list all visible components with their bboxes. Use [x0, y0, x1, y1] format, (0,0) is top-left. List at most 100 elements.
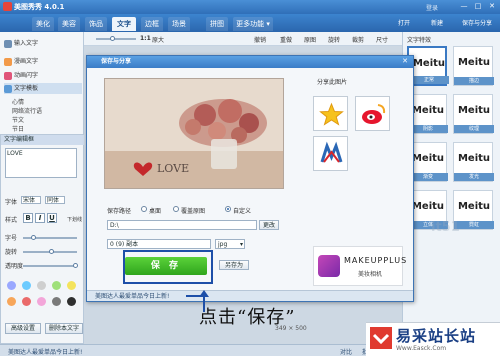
font-label: 字体: [5, 199, 18, 206]
effect-tile-label: Meitu: [411, 201, 445, 212]
color-swatch[interactable]: [52, 297, 61, 306]
format-select[interactable]: jpg ▾: [215, 239, 245, 249]
zoom-slider[interactable]: [96, 38, 136, 40]
color-swatch[interactable]: [67, 297, 76, 306]
zoom-1to1-button[interactable]: 1:1: [140, 35, 151, 42]
size-label: 字号: [5, 235, 18, 242]
original-button[interactable]: 原图: [304, 35, 316, 44]
color-swatch[interactable]: [67, 281, 76, 290]
tab-beautify[interactable]: 美化: [32, 17, 54, 31]
underline-button[interactable]: U: [47, 213, 57, 223]
weibo-icon: [362, 104, 386, 124]
undo-button[interactable]: 撤销: [254, 35, 266, 44]
delete-text-button[interactable]: 删除本文字: [45, 323, 83, 334]
resize-button[interactable]: 尺寸: [376, 35, 388, 44]
color-swatch[interactable]: [37, 281, 46, 290]
font-select[interactable]: 宋体: [21, 196, 41, 204]
flower-photo-illustration: [105, 79, 283, 188]
save-share-button[interactable]: 保存与分享: [462, 18, 492, 27]
makeupplus-ad[interactable]: MAKEUPPLUS 美妆相机: [313, 246, 406, 286]
font-select-secondary[interactable]: 同体: [45, 196, 65, 204]
save-button[interactable]: 保 存: [125, 257, 207, 275]
effect-tile[interactable]: Meitu 纹理: [453, 94, 494, 134]
watermark-text: 易采站长站: [396, 327, 477, 345]
makeupplus-sub: 美妆相机: [358, 271, 383, 278]
tab-text[interactable]: 文字: [112, 17, 136, 31]
effect-tile-label: Meitu: [457, 201, 491, 212]
share-qzone-button[interactable]: [313, 96, 348, 131]
compare-button[interactable]: 对比: [340, 347, 352, 356]
tab-frame[interactable]: 边框: [141, 17, 163, 31]
color-swatch[interactable]: [7, 297, 16, 306]
rotate-slider-knob[interactable]: [49, 249, 54, 254]
original-size-button[interactable]: 原大: [152, 35, 164, 44]
template-writing[interactable]: 节文: [12, 115, 24, 124]
bold-button[interactable]: B: [23, 213, 33, 223]
maximize-button[interactable]: □: [472, 2, 484, 11]
color-swatch[interactable]: [37, 297, 46, 306]
comic-icon: [4, 57, 12, 66]
radio-custom[interactable]: [225, 206, 231, 212]
effect-tile[interactable]: Meitu 描边: [453, 46, 494, 86]
effect-tile-label: Meitu: [411, 105, 445, 116]
login-link[interactable]: 登录: [426, 3, 438, 12]
tab-accessory[interactable]: 饰品: [85, 17, 107, 31]
sidebar-item-input-text[interactable]: 输入文字: [4, 38, 38, 49]
effect-tile-label: Meitu: [457, 105, 491, 116]
crop-button[interactable]: 裁剪: [352, 35, 364, 44]
radio-overwrite[interactable]: [173, 206, 179, 212]
menu-bar: 美化 美容 饰品 文字 边框 场景 拼图 更多功能 ▾ 打开 新建 保存与分享: [0, 14, 500, 32]
color-swatch[interactable]: [7, 281, 16, 290]
opacity-slider-knob[interactable]: [73, 263, 78, 268]
radio-desktop-label: 桌面: [149, 208, 162, 215]
chevron-down-icon: ▾: [239, 241, 243, 248]
new-button[interactable]: 新建: [431, 18, 443, 27]
text-edit-box: 文字编辑框 LOVE 字体 宋体 同体 样式 B I U 下划线 字号 旋转 透…: [0, 134, 85, 344]
tab-more[interactable]: 更多功能 ▾: [233, 17, 273, 31]
template-mood[interactable]: 心情: [12, 97, 24, 106]
size-slider-knob[interactable]: [31, 235, 36, 240]
effect-tile[interactable]: Meitu 发光: [453, 142, 494, 182]
rotate-button[interactable]: 旋转: [328, 35, 340, 44]
filename-input[interactable]: 0 (9) 副本: [107, 239, 211, 249]
italic-button[interactable]: I: [35, 213, 45, 223]
advanced-settings-button[interactable]: 高级设置: [5, 323, 41, 334]
effect-tile-caption: 发光: [454, 173, 494, 181]
sidebar-item-text-template[interactable]: 文字模板: [4, 83, 82, 94]
template-holiday[interactable]: 节日: [12, 124, 24, 133]
photo-love-text: LOVE: [157, 162, 190, 175]
tab-face[interactable]: 美容: [58, 17, 80, 31]
sidebar-item-comic-text[interactable]: 漫画文字: [4, 56, 38, 67]
sidebar-item-animated-text[interactable]: 动画闪字: [4, 70, 38, 81]
open-button[interactable]: 打开: [398, 18, 410, 27]
save-as-button[interactable]: 另存为: [219, 260, 249, 270]
minimize-button[interactable]: —: [458, 2, 470, 11]
radio-desktop[interactable]: [141, 206, 147, 212]
watermark-url: Www.Easck.Com: [396, 345, 447, 352]
app-title: 美图秀秀 4.0.1: [14, 3, 65, 11]
redo-button[interactable]: 重做: [280, 35, 292, 44]
tab-collage[interactable]: 拼图: [206, 17, 228, 31]
tab-scene[interactable]: 场景: [168, 17, 190, 31]
right-panel: 文字特效 Meitu 正常 Meitu 描边 Meitu 阴影 Meitu 纹理 Meitu 渐变…: [402, 32, 500, 344]
color-swatch[interactable]: [22, 297, 31, 306]
zoom-slider-knob[interactable]: [110, 36, 115, 41]
color-swatch[interactable]: [52, 281, 61, 290]
share-renren-button[interactable]: [313, 136, 348, 171]
status-ad-text[interactable]: 美图达人最爱单品今日上新!: [8, 347, 82, 356]
template-icon: [4, 84, 12, 93]
effect-tile-caption: 渐变: [408, 173, 448, 181]
save-path-input[interactable]: D:\: [107, 220, 257, 230]
dialog-close-icon[interactable]: ✕: [400, 57, 410, 66]
dialog-footer-ad[interactable]: 美图达人最爱单品今日上新!: [87, 290, 413, 301]
text-edit-input[interactable]: LOVE: [5, 148, 77, 178]
toolbar: 1:1 原大 撤销 重做 原图 旋转 裁剪 尺寸: [84, 32, 402, 46]
opacity-slider[interactable]: [23, 265, 77, 267]
makeupplus-logo-icon: [318, 255, 340, 277]
share-weibo-button[interactable]: [355, 96, 390, 131]
renren-icon: [320, 141, 343, 163]
change-path-button[interactable]: 更改: [259, 220, 279, 230]
close-button[interactable]: ✕: [486, 2, 498, 11]
color-swatch[interactable]: [22, 281, 31, 290]
template-slang[interactable]: 网络流行语: [12, 106, 42, 115]
